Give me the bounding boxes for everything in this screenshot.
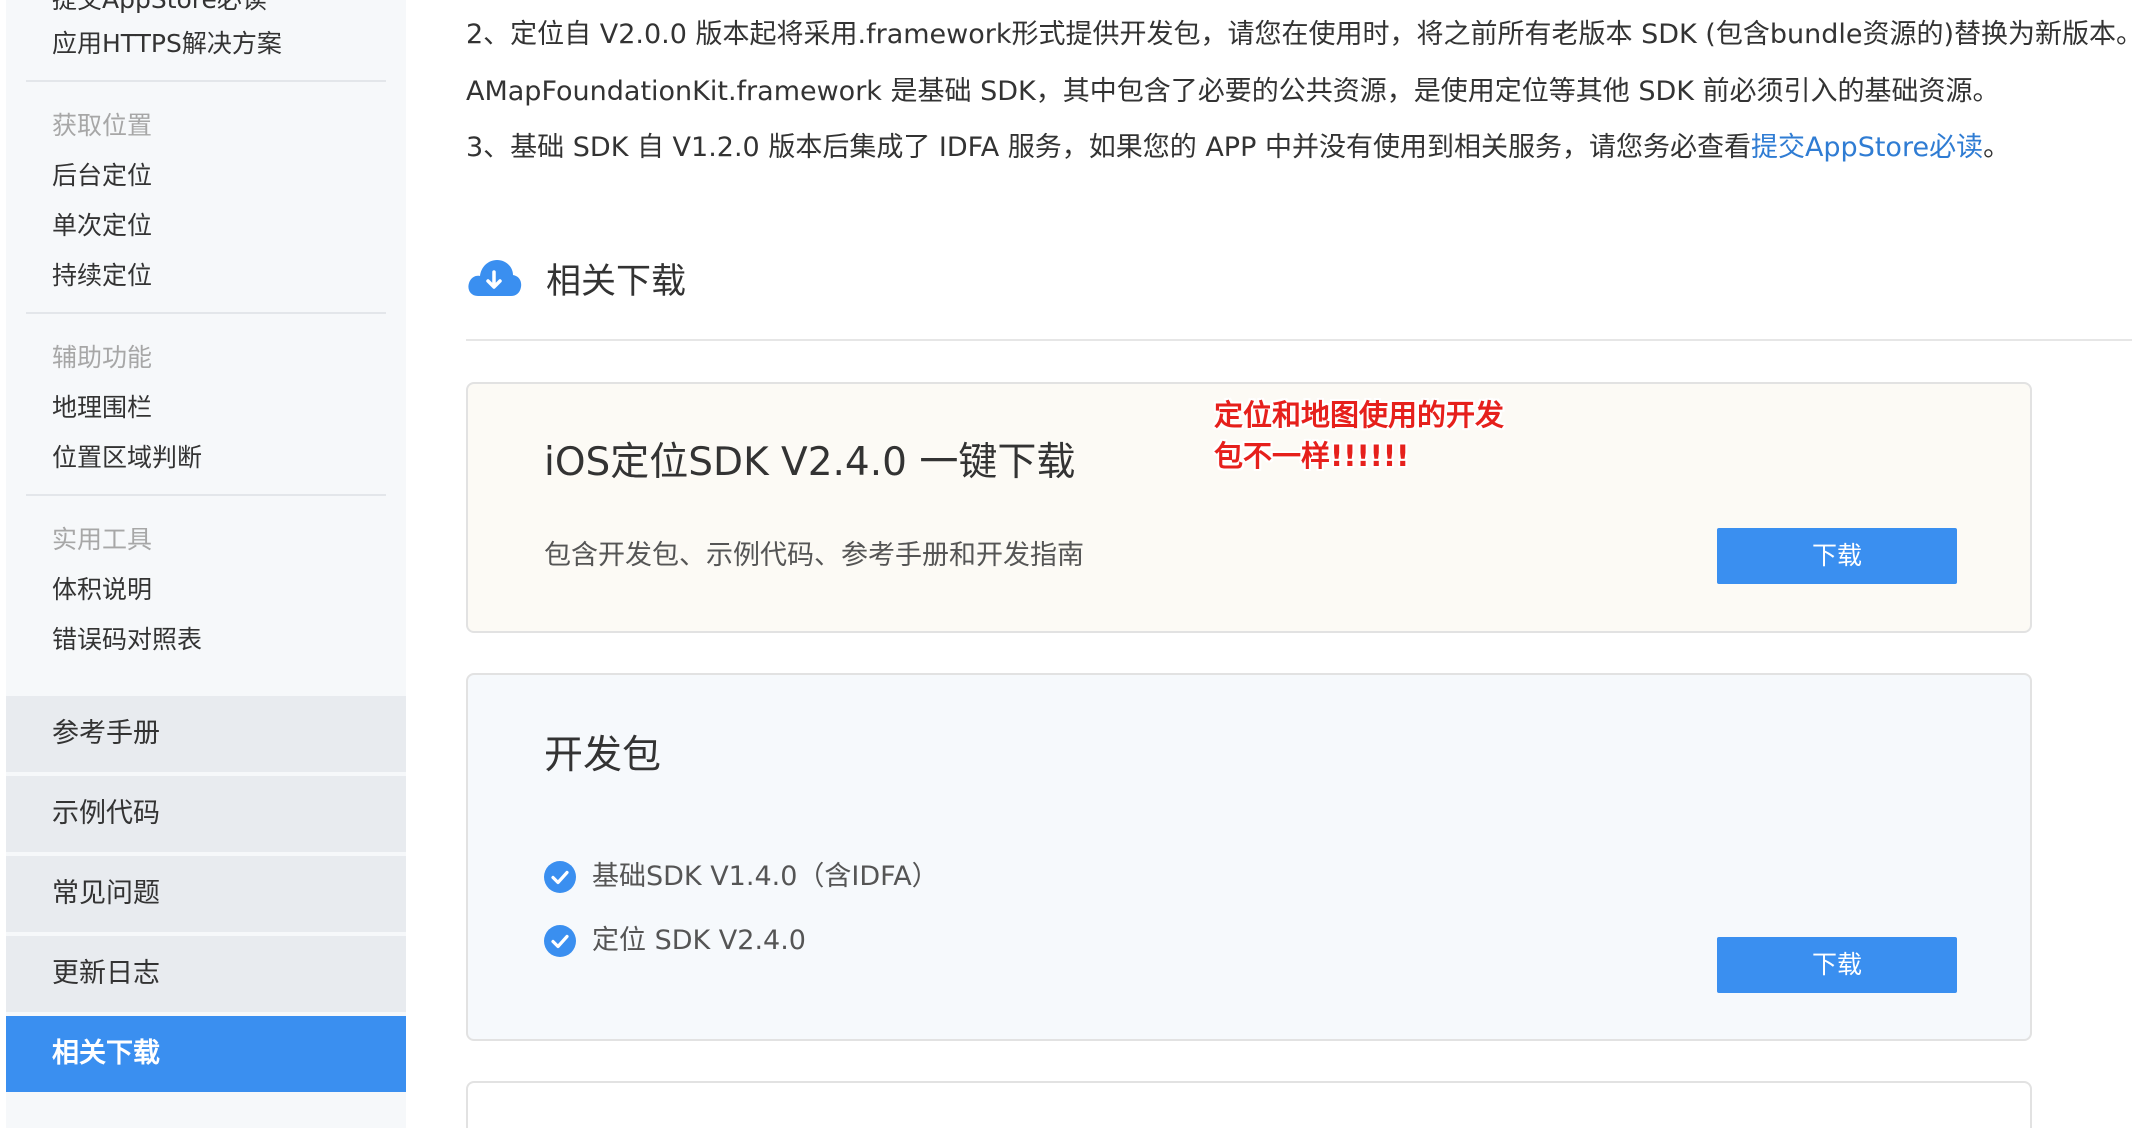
sidebar-item-error-codes[interactable]: 错误码对照表	[52, 623, 202, 657]
check-circle-icon	[544, 861, 576, 893]
sidebar-item-sample-code[interactable]: 示例代码	[6, 776, 406, 852]
intro-paragraph-framework: 2、定位自 V2.0.0 版本起将采用.framework形式提供开发包，请您在…	[466, 19, 2132, 50]
intro-paragraph-foundation: AMapFoundationKit.framework 是基础 SDK，其中包含…	[466, 76, 2000, 107]
sidebar-item-label: 更新日志	[52, 958, 160, 989]
section-divider	[466, 339, 2132, 341]
onekey-card-title: iOS定位SDK V2.4.0 一键下载	[544, 440, 1076, 485]
intro-idfa-text: 3、基础 SDK 自 V1.2.0 版本后集成了 IDFA 服务，如果您的 AP…	[466, 132, 1751, 163]
page: 提交AppStore必读 应用HTTPS解决方案 获取位置 后台定位 单次定位 …	[0, 0, 2132, 1128]
sidebar-divider	[26, 80, 386, 82]
sidebar-item-changelog[interactable]: 更新日志	[6, 936, 406, 1012]
annotation-line-1: 定位和地图使用的开发	[1214, 398, 1505, 432]
sidebar-item-region-check[interactable]: 位置区域判断	[52, 441, 202, 475]
onekey-download-button[interactable]: 下载	[1717, 528, 1957, 584]
cloud-download-icon	[468, 260, 522, 296]
devpack-card: 开发包 基础SDK V1.4.0（含IDFA） 定位 SDK V2.4.0 下载	[466, 673, 2032, 1041]
intro-paragraph-idfa: 3、基础 SDK 自 V1.2.0 版本后集成了 IDFA 服务，如果您的 AP…	[466, 129, 2010, 167]
check-circle-icon	[544, 925, 576, 957]
sidebar-group-heading-auxiliary: 辅助功能	[52, 343, 153, 372]
sidebar-item-label: 示例代码	[52, 798, 160, 829]
sidebar-group-heading-tools: 实用工具	[52, 525, 153, 554]
sidebar-item-label: 相关下载	[52, 1038, 160, 1069]
sidebar-divider	[26, 494, 386, 496]
next-download-card	[466, 1081, 2032, 1128]
appstore-notes-link[interactable]: 提交AppStore必读	[1751, 132, 1983, 163]
sidebar-item-label: 参考手册	[52, 718, 160, 749]
sidebar-item-appstore-notes[interactable]: 提交AppStore必读	[52, 0, 267, 17]
sidebar-item-label: 常见问题	[52, 878, 160, 909]
devpack-item-label: 定位 SDK V2.4.0	[592, 925, 806, 956]
sidebar-item-faq[interactable]: 常见问题	[6, 856, 406, 932]
sidebar-item-size-notes[interactable]: 体积说明	[52, 573, 152, 607]
devpack-card-title: 开发包	[544, 733, 662, 778]
sidebar: 提交AppStore必读 应用HTTPS解决方案 获取位置 后台定位 单次定位 …	[0, 0, 406, 1128]
sidebar-divider	[26, 312, 386, 314]
devpack-item-label: 基础SDK V1.4.0（含IDFA）	[592, 861, 939, 892]
sidebar-item-downloads[interactable]: 相关下载	[6, 1016, 406, 1092]
sidebar-item-single-location[interactable]: 单次定位	[52, 209, 152, 243]
sidebar-item-reference-manual[interactable]: 参考手册	[6, 696, 406, 772]
sidebar-item-continuous-location[interactable]: 持续定位	[52, 259, 152, 293]
sidebar-item-background-location[interactable]: 后台定位	[52, 159, 152, 193]
section-title: 相关下载	[546, 262, 687, 302]
intro-idfa-suffix: 。	[1983, 132, 2011, 163]
annotation-line-2: 包不一样!!!!!!	[1214, 439, 1410, 473]
onekey-card-description: 包含开发包、示例代码、参考手册和开发指南	[544, 540, 1084, 571]
sidebar-item-https-solution[interactable]: 应用HTTPS解决方案	[52, 27, 282, 61]
sidebar-group-heading-location: 获取位置	[52, 111, 153, 140]
sidebar-item-geofence[interactable]: 地理围栏	[52, 391, 152, 425]
devpack-download-button[interactable]: 下载	[1717, 937, 1957, 993]
